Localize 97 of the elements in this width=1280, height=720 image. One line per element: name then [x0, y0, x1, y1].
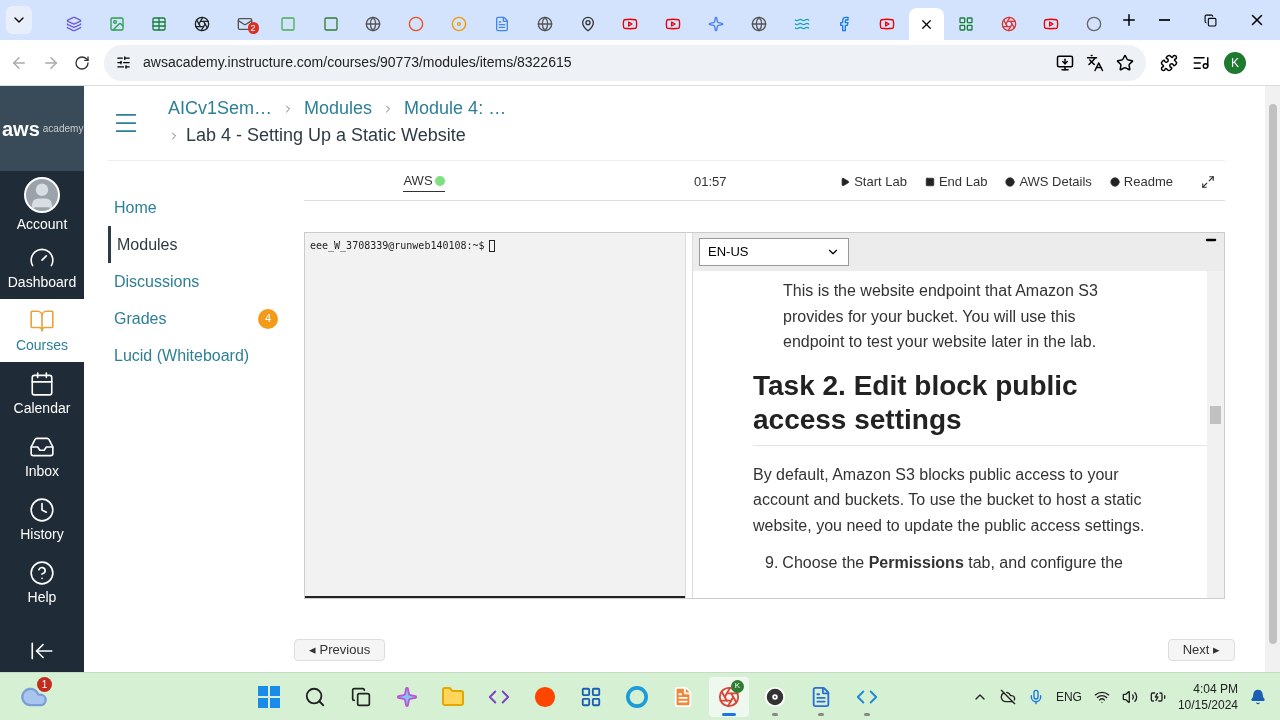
breadcrumb-link[interactable]: AICv1Sem…	[168, 95, 273, 122]
page-title: Lab 4 - Setting Up a Static Website	[186, 124, 466, 147]
course-nav-link[interactable]: Modules	[108, 226, 294, 263]
windows-icon	[350, 686, 371, 707]
video-icon	[622, 16, 639, 32]
list-item-text: Choose the Permissions tab, and configure the	[782, 553, 1123, 573]
readme-paragraph: This is the website endpoint that Amazon S3 provides for your bucket. You will use this endpoint to test your website later in the lab.	[783, 281, 1099, 352]
grid-icon	[957, 16, 974, 32]
running-indicator	[771, 712, 778, 716]
lab-action-button[interactable]: End Lab	[924, 171, 988, 192]
document-icon	[493, 16, 510, 32]
lab-timer: 01:57	[694, 172, 727, 191]
image-icon	[108, 16, 125, 32]
course-nav-link[interactable]: Home	[108, 189, 294, 226]
volume-icon[interactable]	[1121, 688, 1138, 705]
previous-button[interactable]: ◂ Previous	[294, 639, 386, 661]
sparkle-icon	[707, 16, 724, 32]
readme-paragraph: By default, Amazon S3 blocks public access to your account and buckets. To use the bucket to host a static website, you need to update the public access settings.	[753, 464, 1146, 536]
address-bar[interactable]: awsacademy.instructure.com/courses/90773/modules/items/8322615	[104, 44, 1146, 81]
minimize-icon	[1159, 19, 1171, 21]
nav-item[interactable]: History	[0, 488, 84, 551]
cloud-off-icon[interactable]	[999, 688, 1016, 705]
clock[interactable]: 4:04 PM 10/15/2024	[1177, 680, 1238, 713]
notification-badge: 2	[247, 22, 259, 34]
avatar-icon	[24, 176, 60, 213]
help-icon	[29, 559, 55, 586]
breadcrumb-link[interactable]: Module 4: …	[404, 95, 507, 122]
clock-icon	[29, 496, 55, 523]
fullscreen-icon[interactable]	[1201, 174, 1215, 189]
search-icon	[303, 685, 326, 708]
lab-action-button[interactable]: AWS Details	[1005, 171, 1092, 192]
terminal-prompt: eee_W_3708339@runweb140108:~$	[305, 233, 685, 253]
list-number: 9.	[765, 553, 779, 573]
book-icon	[29, 307, 55, 334]
wheel-icon	[1000, 16, 1017, 32]
lab-action-button[interactable]: Readme	[1109, 171, 1173, 192]
calendar-icon	[29, 370, 55, 397]
folder-icon	[440, 684, 465, 709]
video-icon	[665, 16, 682, 32]
course-nav-link[interactable]: Discussions	[108, 263, 294, 300]
lab-action-button[interactable]: Start Lab	[840, 171, 907, 192]
input-language[interactable]: ENG	[1055, 687, 1082, 706]
page-scrollbar[interactable]	[1265, 86, 1280, 672]
spreadsheet-icon	[151, 16, 168, 32]
language-select[interactable]: EN-US	[699, 238, 849, 266]
globe-icon	[536, 16, 553, 32]
sparkle-icon	[395, 685, 418, 708]
course-nav-link[interactable]: Grades 4	[108, 300, 294, 337]
running-indicator	[863, 712, 870, 716]
nav-item[interactable]: Inbox	[0, 425, 84, 488]
count-badge: 4	[258, 308, 278, 329]
square-icon	[322, 16, 339, 32]
reload-icon[interactable]	[74, 54, 90, 71]
swirl-icon	[194, 16, 211, 32]
nav-item[interactable]: Account	[0, 173, 84, 236]
circle-icon	[533, 685, 556, 708]
circle-icon	[625, 685, 648, 708]
bookmark-icon[interactable]	[1116, 53, 1134, 72]
terminal-panel[interactable]: eee_W_3708339@runweb140108:~$	[305, 233, 685, 598]
scrollbar[interactable]	[1207, 271, 1224, 598]
disc-icon	[451, 16, 468, 32]
disc-icon	[763, 685, 786, 708]
circle-icon	[408, 16, 425, 32]
start-icon	[257, 685, 280, 708]
next-button[interactable]: Next ▸	[1167, 639, 1235, 661]
install-icon[interactable]	[1056, 53, 1074, 72]
course-nav-link[interactable]: Lucid (Whiteboard)	[108, 337, 294, 374]
translate-icon[interactable]	[1086, 53, 1104, 72]
square-icon	[279, 16, 296, 32]
running-indicator	[721, 712, 736, 716]
nav-item[interactable]: Calendar	[0, 362, 84, 425]
play-icon	[840, 176, 851, 187]
nav-item[interactable]: Courses	[0, 299, 84, 362]
pin-icon	[579, 16, 596, 32]
notification-badge: 1	[37, 676, 52, 692]
taskbar-app[interactable]: K	[708, 676, 749, 717]
bell-icon[interactable]	[1250, 688, 1266, 705]
cube-icon	[65, 16, 82, 32]
video-icon	[1043, 16, 1060, 32]
stop-icon	[924, 176, 935, 187]
aws-status: AWS	[403, 171, 445, 192]
nav-item[interactable]: Dashboard	[0, 236, 84, 299]
profile-avatar[interactable]: K	[1224, 51, 1246, 74]
tab-search-button[interactable]	[6, 6, 33, 34]
globe-icon	[750, 16, 767, 32]
globe-icon	[365, 16, 382, 32]
nav-item[interactable]: Help	[0, 551, 84, 614]
browser-tab[interactable]: 2	[223, 8, 267, 40]
extensions-icon[interactable]	[1160, 53, 1178, 72]
waves-icon	[793, 16, 810, 32]
video-icon	[879, 16, 896, 32]
app-badge: K	[730, 679, 744, 693]
breadcrumb-link[interactable]: Modules	[304, 95, 373, 122]
store-icon	[579, 685, 602, 708]
site-info-icon[interactable]	[116, 55, 131, 70]
restore-icon	[1204, 13, 1218, 27]
running-indicator	[817, 712, 824, 716]
